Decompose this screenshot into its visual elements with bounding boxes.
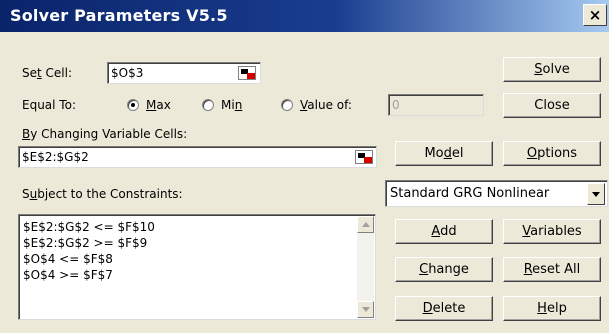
title-bar[interactable]: Solver Parameters V5.5 × (0, 0, 609, 32)
help-button[interactable]: Help (503, 296, 601, 321)
close-window-button[interactable]: × (583, 4, 607, 26)
equal-to-label: Equal To: (22, 98, 76, 112)
delete-constraint-button[interactable]: Delete (395, 296, 493, 321)
solve-button[interactable]: Solve (503, 57, 601, 82)
value-of-radio[interactable] (281, 99, 293, 111)
constraints-label: Subject to the Constraints: (22, 187, 183, 201)
changing-cells-value: $E$2:$G$2 (22, 150, 89, 164)
changing-cells-collapse-icon[interactable] (355, 150, 373, 164)
arrow-up-icon (362, 222, 370, 227)
solving-method-select[interactable]: Standard GRG Nonlinear (385, 180, 608, 207)
scroll-up-button[interactable] (357, 216, 374, 233)
window-title: Solver Parameters V5.5 (10, 6, 228, 25)
constraint-item[interactable]: $E$2:$G$2 >= $F$9 (23, 235, 155, 251)
model-button[interactable]: Model (395, 141, 493, 166)
min-label: Min (221, 98, 243, 112)
solving-method-value: Standard GRG Nonlinear (390, 186, 550, 201)
options-button[interactable]: Options (503, 141, 601, 166)
reset-all-button[interactable]: Reset All (503, 257, 601, 282)
set-cell-label: Set Cell: (22, 66, 73, 80)
changing-cells-label: By Changing Variable Cells: (22, 127, 188, 141)
max-radio[interactable] (127, 99, 139, 111)
value-of-label: Value of: (300, 98, 352, 112)
scroll-down-button[interactable] (357, 301, 374, 318)
close-icon: × (588, 6, 602, 24)
variables-button[interactable]: Variables (503, 219, 601, 244)
constraints-scrollbar[interactable] (357, 216, 374, 318)
chevron-down-icon (592, 192, 600, 197)
constraint-item[interactable]: $O$4 <= $F$8 (23, 251, 155, 267)
radio-selected-dot-icon (131, 103, 135, 107)
close-button[interactable]: Close (503, 93, 601, 118)
dropdown-arrow-button[interactable] (587, 183, 605, 205)
changing-cells-input[interactable]: $E$2:$G$2 (18, 146, 377, 168)
max-label: Max (146, 98, 171, 112)
set-cell-collapse-icon[interactable] (238, 66, 256, 80)
constraints-list[interactable]: $E$2:$G$2 <= $F$10 $E$2:$G$2 >= $F$9 $O$… (18, 214, 376, 320)
constraint-item[interactable]: $E$2:$G$2 <= $F$10 (23, 219, 155, 235)
set-cell-value: $O$3 (111, 66, 144, 80)
constraint-item[interactable]: $O$4 >= $F$7 (23, 267, 155, 283)
add-constraint-button[interactable]: Add (395, 219, 493, 244)
change-constraint-button[interactable]: Change (395, 257, 493, 282)
value-of-input[interactable]: 0 (388, 94, 484, 116)
value-of-value: 0 (392, 98, 400, 112)
arrow-down-icon (362, 307, 370, 312)
min-radio[interactable] (202, 99, 214, 111)
